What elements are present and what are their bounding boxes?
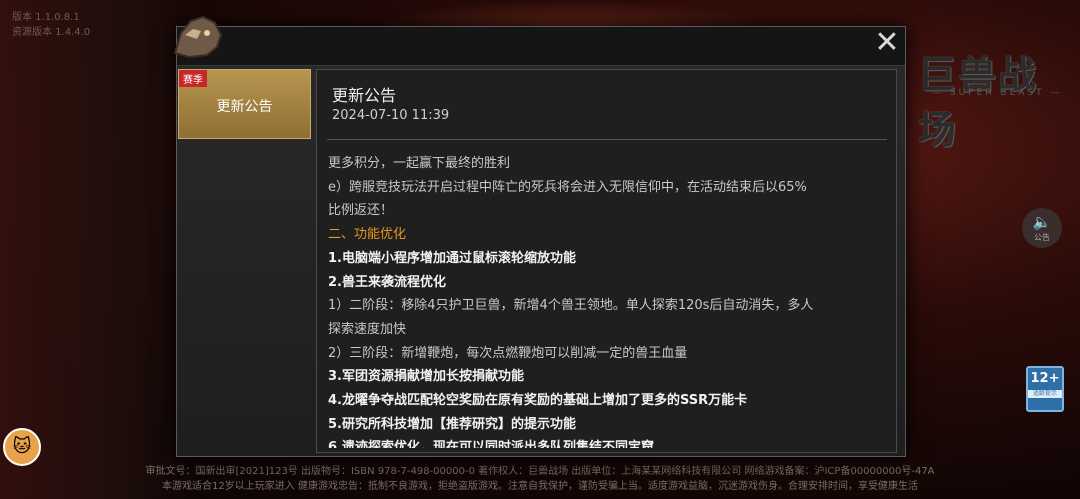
logo-title: 巨兽战场	[918, 52, 1039, 152]
version-line: 版本 1.1.0.8.1	[12, 12, 80, 23]
notice-line: 6.遗迹探索优化，现在可以同时派出多队列集结不同宝窟	[328, 440, 654, 448]
age-rating-badge[interactable]: 12+ 适龄提示	[1026, 366, 1064, 412]
logo-subtitle: — SUPER BEAST —	[932, 88, 1063, 98]
dialog-header-bar	[177, 27, 905, 66]
footer-line-2: 本游戏适合12岁以上玩家进入 健康游戏忠告：抵制不良游戏，拒绝盗版游戏。注意自我…	[162, 481, 918, 492]
notice-line: 二、功能优化	[328, 227, 407, 243]
footer-line-1: 审批文号：国新出审[2021]123号 出版物号：ISBN 978-7-498-…	[145, 466, 935, 477]
notice-line: 探索速度加快	[328, 321, 407, 337]
notice-line: 更多积分，一起赢下最终的胜利	[328, 156, 511, 171]
cat-avatar-icon[interactable]: 🐱	[3, 428, 41, 466]
announcement-label: 公告	[1034, 233, 1050, 242]
notice-panel: 更新公告 2024-07-10 11:39 更多积分，一起赢下最终的胜利 e）跨服…	[316, 69, 897, 453]
announcement-button[interactable]: 🔈 公告	[1022, 208, 1062, 248]
close-button[interactable]: ✕	[874, 28, 900, 58]
announcement-dialog: ✕ 赛季 更新公告 更新公告 2024-07-10 11:39 更多积分，一起赢…	[173, 15, 906, 457]
speaker-icon: 🔈	[1032, 213, 1052, 231]
background-left-art	[0, 0, 200, 499]
tab-label: 更新公告	[216, 99, 273, 115]
footer-notice: 审批文号：国新出审[2021]123号 出版物号：ISBN 978-7-498-…	[0, 464, 1080, 494]
tab-update-notice[interactable]: 赛季 更新公告	[178, 69, 311, 139]
notice-content-scroll[interactable]: 更多积分，一起赢下最终的胜利 e）跨服竞技玩法开启过程中阵亡的死兵将会进入无限信仰…	[328, 152, 883, 448]
age-rating-number: 12+	[1030, 371, 1060, 386]
notice-line: 2.兽王来袭流程优化	[328, 274, 446, 290]
notice-line: 1.电脑端小程序增加通过鼠标滚轮缩放功能	[328, 250, 576, 266]
beast-emblem-icon	[173, 15, 223, 59]
version-info: 版本 1.1.0.8.1 资源版本 1.4.4.0	[12, 10, 90, 40]
notice-line: 2）三阶段：新增鞭炮，每次点燃鞭炮可以削减一定的兽王血量	[328, 345, 688, 361]
notice-line: 比例返还！	[328, 203, 394, 219]
resource-version-line: 资源版本 1.4.4.0	[12, 27, 91, 38]
notice-title: 更新公告	[332, 86, 397, 105]
notice-line: e）跨服竞技玩法开启过程中阵亡的死兵将会进入无限信仰中，在活动结束后以65%	[328, 179, 807, 195]
notice-line: 5.研究所科技增加【推荐研究】的提示功能	[328, 416, 576, 432]
divider	[327, 139, 887, 140]
notice-date: 2024-07-10 11:39	[332, 108, 450, 123]
notice-line: 3.军团资源捐献增加长按捐献功能	[328, 369, 524, 385]
notice-line: 4.龙曜争夺战匹配轮空奖励在原有奖励的基础上增加了更多的SSR万能卡	[328, 393, 748, 409]
season-badge: 赛季	[179, 70, 207, 87]
notice-line: 1）二阶段：移除4只护卫巨兽，新增4个兽王领地。单人探索120s后自动消失，多人	[328, 298, 814, 314]
age-rating-label: 适龄提示	[1028, 390, 1062, 398]
game-logo: 巨兽战场 — SUPER BEAST —	[918, 44, 1076, 152]
